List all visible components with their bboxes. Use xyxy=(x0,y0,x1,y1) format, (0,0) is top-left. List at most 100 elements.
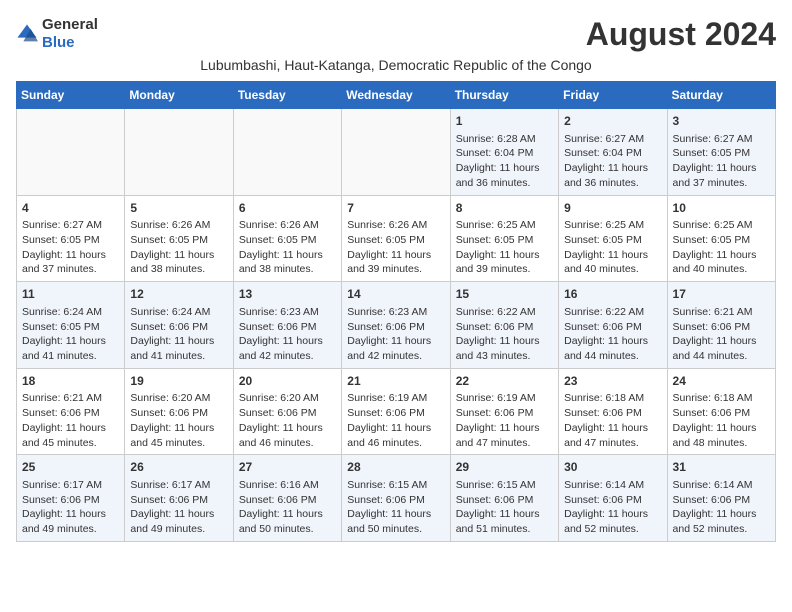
day-cell: 19 Sunrise: 6:20 AM Sunset: 6:06 PM Dayli… xyxy=(125,368,233,455)
day-info: Sunrise: 6:19 AM Sunset: 6:06 PM Dayligh… xyxy=(456,392,540,448)
day-number: 24 xyxy=(673,373,770,390)
day-number: 9 xyxy=(564,200,661,217)
day-info: Sunrise: 6:24 AM Sunset: 6:06 PM Dayligh… xyxy=(130,306,214,362)
day-cell: 15Sunrise: 6:22 AM Sunset: 6:06 PM Dayli… xyxy=(450,282,558,369)
day-cell xyxy=(125,109,233,196)
day-cell: 2Sunrise: 6:27 AM Sunset: 6:04 PM Daylig… xyxy=(559,109,667,196)
day-info: Sunrise: 6:23 AM Sunset: 6:06 PM Dayligh… xyxy=(347,306,431,362)
day-number: 26 xyxy=(130,459,227,476)
day-cell: 9 Sunrise: 6:25 AM Sunset: 6:05 PM Daylig… xyxy=(559,195,667,282)
day-info: Sunrise: 6:15 AM Sunset: 6:06 PM Dayligh… xyxy=(456,479,540,535)
day-cell: 7 Sunrise: 6:26 AM Sunset: 6:05 PM Daylig… xyxy=(342,195,450,282)
day-number: 14 xyxy=(347,286,444,303)
week-row-3: 11 Sunrise: 6:24 AM Sunset: 6:05 PM Dayli… xyxy=(17,282,776,369)
day-cell: 18 Sunrise: 6:21 AM Sunset: 6:06 PM Dayli… xyxy=(17,368,125,455)
day-info: Sunrise: 6:25 AM Sunset: 6:05 PM Dayligh… xyxy=(564,219,648,275)
day-number: 29 xyxy=(456,459,553,476)
day-cell: 29 Sunrise: 6:15 AM Sunset: 6:06 PM Dayli… xyxy=(450,455,558,542)
day-cell xyxy=(233,109,341,196)
day-info: Sunrise: 6:26 AM Sunset: 6:05 PM Dayligh… xyxy=(239,219,323,275)
day-info: Sunrise: 6:21 AM Sunset: 6:06 PM Dayligh… xyxy=(673,306,757,362)
day-info: Sunrise: 6:27 AM Sunset: 6:05 PM Dayligh… xyxy=(673,133,757,189)
col-header-wednesday: Wednesday xyxy=(342,82,450,109)
day-number: 5 xyxy=(130,200,227,217)
day-cell xyxy=(342,109,450,196)
logo-icon xyxy=(16,23,38,45)
day-number: 12 xyxy=(130,286,227,303)
day-cell: 5 Sunrise: 6:26 AM Sunset: 6:05 PM Daylig… xyxy=(125,195,233,282)
day-info: Sunrise: 6:26 AM Sunset: 6:05 PM Dayligh… xyxy=(347,219,431,275)
day-info: Sunrise: 6:17 AM Sunset: 6:06 PM Dayligh… xyxy=(130,479,214,535)
day-cell: 13 Sunrise: 6:23 AM Sunset: 6:06 PM Dayli… xyxy=(233,282,341,369)
day-info: Sunrise: 6:15 AM Sunset: 6:06 PM Dayligh… xyxy=(347,479,431,535)
week-row-1: 1Sunrise: 6:28 AM Sunset: 6:04 PM Daylig… xyxy=(17,109,776,196)
day-cell: 16 Sunrise: 6:22 AM Sunset: 6:06 PM Dayli… xyxy=(559,282,667,369)
day-cell: 30Sunrise: 6:14 AM Sunset: 6:06 PM Dayli… xyxy=(559,455,667,542)
day-number: 22 xyxy=(456,373,553,390)
day-number: 8 xyxy=(456,200,553,217)
day-number: 2 xyxy=(564,113,661,130)
header-row: SundayMondayTuesdayWednesdayThursdayFrid… xyxy=(17,82,776,109)
day-info: Sunrise: 6:20 AM Sunset: 6:06 PM Dayligh… xyxy=(130,392,214,448)
day-info: Sunrise: 6:20 AM Sunset: 6:06 PM Dayligh… xyxy=(239,392,323,448)
calendar-table: SundayMondayTuesdayWednesdayThursdayFrid… xyxy=(16,81,776,542)
day-cell: 28 Sunrise: 6:15 AM Sunset: 6:06 PM Dayli… xyxy=(342,455,450,542)
day-cell: 8 Sunrise: 6:25 AM Sunset: 6:05 PM Daylig… xyxy=(450,195,558,282)
day-info: Sunrise: 6:28 AM Sunset: 6:04 PM Dayligh… xyxy=(456,133,540,189)
day-info: Sunrise: 6:27 AM Sunset: 6:05 PM Dayligh… xyxy=(22,219,106,275)
page-title: August 2024 xyxy=(586,16,776,53)
day-number: 6 xyxy=(239,200,336,217)
logo: General Blue xyxy=(16,16,98,52)
day-number: 19 xyxy=(130,373,227,390)
day-info: Sunrise: 6:24 AM Sunset: 6:05 PM Dayligh… xyxy=(22,306,106,362)
col-header-tuesday: Tuesday xyxy=(233,82,341,109)
day-info: Sunrise: 6:18 AM Sunset: 6:06 PM Dayligh… xyxy=(673,392,757,448)
subtitle: Lubumbashi, Haut-Katanga, Democratic Rep… xyxy=(16,57,776,73)
day-cell: 25 Sunrise: 6:17 AM Sunset: 6:06 PM Dayli… xyxy=(17,455,125,542)
day-cell: 11 Sunrise: 6:24 AM Sunset: 6:05 PM Dayli… xyxy=(17,282,125,369)
day-number: 25 xyxy=(22,459,119,476)
day-cell: 26 Sunrise: 6:17 AM Sunset: 6:06 PM Dayli… xyxy=(125,455,233,542)
col-header-sunday: Sunday xyxy=(17,82,125,109)
day-cell: 31 Sunrise: 6:14 AM Sunset: 6:06 PM Dayli… xyxy=(667,455,775,542)
day-number: 17 xyxy=(673,286,770,303)
day-number: 10 xyxy=(673,200,770,217)
day-cell: 12 Sunrise: 6:24 AM Sunset: 6:06 PM Dayli… xyxy=(125,282,233,369)
day-cell: 6 Sunrise: 6:26 AM Sunset: 6:05 PM Daylig… xyxy=(233,195,341,282)
day-number: 18 xyxy=(22,373,119,390)
day-number: 31 xyxy=(673,459,770,476)
day-cell: 17 Sunrise: 6:21 AM Sunset: 6:06 PM Dayli… xyxy=(667,282,775,369)
day-number: 20 xyxy=(239,373,336,390)
logo-general: General xyxy=(42,16,98,33)
day-number: 13 xyxy=(239,286,336,303)
day-cell: 10 Sunrise: 6:25 AM Sunset: 6:05 PM Dayli… xyxy=(667,195,775,282)
day-cell xyxy=(17,109,125,196)
header: General Blue August 2024 xyxy=(16,16,776,53)
day-number: 28 xyxy=(347,459,444,476)
day-info: Sunrise: 6:25 AM Sunset: 6:05 PM Dayligh… xyxy=(673,219,757,275)
week-row-5: 25 Sunrise: 6:17 AM Sunset: 6:06 PM Dayli… xyxy=(17,455,776,542)
day-number: 15 xyxy=(456,286,553,303)
day-info: Sunrise: 6:14 AM Sunset: 6:06 PM Dayligh… xyxy=(673,479,757,535)
day-number: 4 xyxy=(22,200,119,217)
day-info: Sunrise: 6:17 AM Sunset: 6:06 PM Dayligh… xyxy=(22,479,106,535)
day-cell: 27Sunrise: 6:16 AM Sunset: 6:06 PM Dayli… xyxy=(233,455,341,542)
col-header-thursday: Thursday xyxy=(450,82,558,109)
day-cell: 1Sunrise: 6:28 AM Sunset: 6:04 PM Daylig… xyxy=(450,109,558,196)
day-cell: 24 Sunrise: 6:18 AM Sunset: 6:06 PM Dayli… xyxy=(667,368,775,455)
day-info: Sunrise: 6:25 AM Sunset: 6:05 PM Dayligh… xyxy=(456,219,540,275)
day-number: 16 xyxy=(564,286,661,303)
day-info: Sunrise: 6:21 AM Sunset: 6:06 PM Dayligh… xyxy=(22,392,106,448)
day-number: 23 xyxy=(564,373,661,390)
logo-blue: Blue xyxy=(42,34,75,51)
day-number: 11 xyxy=(22,286,119,303)
day-number: 7 xyxy=(347,200,444,217)
day-info: Sunrise: 6:22 AM Sunset: 6:06 PM Dayligh… xyxy=(564,306,648,362)
day-info: Sunrise: 6:23 AM Sunset: 6:06 PM Dayligh… xyxy=(239,306,323,362)
day-info: Sunrise: 6:26 AM Sunset: 6:05 PM Dayligh… xyxy=(130,219,214,275)
week-row-4: 18 Sunrise: 6:21 AM Sunset: 6:06 PM Dayli… xyxy=(17,368,776,455)
day-number: 27 xyxy=(239,459,336,476)
day-number: 30 xyxy=(564,459,661,476)
day-number: 3 xyxy=(673,113,770,130)
day-cell: 22 Sunrise: 6:19 AM Sunset: 6:06 PM Dayli… xyxy=(450,368,558,455)
